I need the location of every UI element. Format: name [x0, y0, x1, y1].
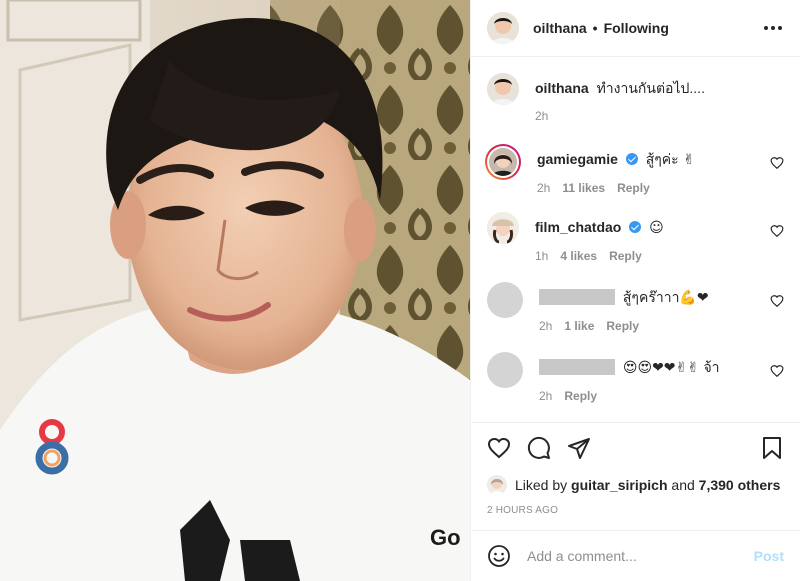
comment-like-heart-icon[interactable] [770, 156, 784, 170]
redacted-username[interactable] [539, 289, 615, 305]
comment-icon[interactable] [527, 436, 551, 460]
comment-username[interactable]: gamiegamie [537, 151, 618, 167]
author-avatar-image [487, 12, 519, 44]
comment-item: gamiegamie สู้ๆค่ะ ✌ 2h 11 likes Reply [485, 144, 784, 195]
comment-text: สู้ๆค่ะ ✌ [645, 152, 695, 168]
add-comment-input[interactable] [527, 548, 754, 564]
post-timestamp[interactable]: 2 HOURS AGO [471, 497, 800, 531]
post-photo[interactable]: Go [0, 0, 470, 581]
comment-time[interactable]: 2h [539, 319, 552, 333]
comment-text: 😍😍❤❤✌✌ จ้า [622, 360, 720, 376]
comment-username[interactable]: film_chatdao [535, 219, 621, 235]
redacted-avatar[interactable] [487, 282, 523, 318]
comment-like-heart-icon[interactable] [770, 294, 784, 308]
likes-summary: Liked by guitar_siripich and 7,390 other… [471, 473, 800, 497]
post-details-panel: oilthana • Following oilthana ทำงานกันต่… [470, 0, 800, 581]
comment-like-heart-icon[interactable] [770, 224, 784, 238]
comment-text: ☺ [649, 220, 664, 236]
following-button[interactable]: Following [604, 20, 669, 36]
verified-badge-icon [625, 153, 638, 165]
likes-connector: and [671, 477, 695, 493]
comment-avatar[interactable] [487, 212, 519, 244]
svg-text:Go: Go [430, 525, 461, 550]
liker-username[interactable]: guitar_siripich [571, 477, 667, 493]
comment-avatar-image [487, 212, 519, 244]
redacted-avatar[interactable] [487, 352, 523, 388]
post-header: oilthana • Following [471, 0, 800, 57]
liker-avatar-image [487, 475, 507, 495]
caption-avatar-image [487, 73, 519, 105]
reply-button[interactable]: Reply [617, 181, 650, 195]
caption-username[interactable]: oilthana [535, 80, 589, 96]
comments-list: oilthana ทำงานกันต่อไป.... 2h gamiegamie… [471, 57, 800, 423]
comment-likes[interactable]: 11 likes [562, 181, 605, 195]
redacted-username[interactable] [539, 359, 615, 375]
comment-likes[interactable]: 1 like [564, 319, 594, 333]
more-horizontal-icon[interactable] [762, 20, 784, 36]
add-comment-bar: Post [471, 531, 800, 581]
post-actions-bar [471, 423, 800, 473]
liker-avatar[interactable] [487, 475, 507, 495]
comment-time[interactable]: 2h [539, 389, 552, 403]
comment-item: 😍😍❤❤✌✌ จ้า 2h Reply [487, 352, 784, 403]
selfie-image: Go [0, 0, 470, 581]
instagram-post: Go oilthana • Following oilthana ทำงานกั… [0, 0, 800, 581]
comment-time[interactable]: 1h [535, 249, 548, 263]
reply-button[interactable]: Reply [564, 389, 597, 403]
comment-item: film_chatdao ☺ 1h 4 likes Reply [487, 212, 784, 263]
caption-text: ทำงานกันต่อไป.... [596, 80, 705, 96]
reply-button[interactable]: Reply [606, 319, 639, 333]
comment-like-heart-icon[interactable] [770, 364, 784, 378]
likes-prefix: Liked by [515, 477, 568, 493]
reply-button[interactable]: Reply [609, 249, 642, 263]
caption-avatar[interactable] [487, 73, 519, 105]
verified-badge-icon [629, 221, 642, 233]
post-comment-button[interactable]: Post [754, 548, 784, 564]
story-ring[interactable] [485, 144, 521, 180]
comment-text: สู้ๆคร๊าาา💪❤ [622, 290, 709, 306]
bookmark-icon[interactable] [760, 436, 784, 460]
post-caption: oilthana ทำงานกันต่อไป.... 2h [487, 73, 784, 123]
heart-icon[interactable] [487, 436, 511, 460]
comment-avatar [489, 148, 517, 176]
comment-time[interactable]: 2h [537, 181, 550, 195]
header-separator: • [592, 20, 598, 36]
caption-time[interactable]: 2h [535, 109, 548, 123]
share-icon[interactable] [567, 436, 591, 460]
author-username[interactable]: oilthana [533, 20, 587, 36]
comment-item: สู้ๆคร๊าาา💪❤ 2h 1 like Reply [487, 282, 784, 333]
author-avatar[interactable] [487, 12, 519, 44]
emoji-smile-icon[interactable] [487, 544, 511, 568]
comment-avatar-image [489, 148, 517, 176]
comment-likes[interactable]: 4 likes [560, 249, 597, 263]
likes-others-count[interactable]: 7,390 others [699, 477, 781, 493]
